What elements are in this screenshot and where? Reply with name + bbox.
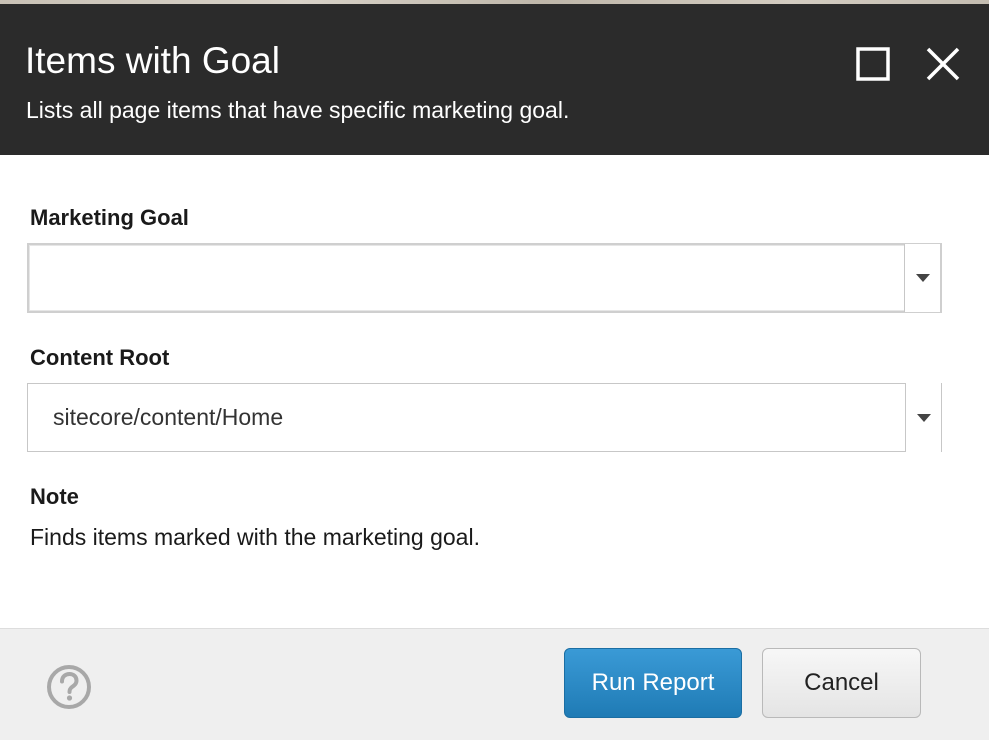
close-button[interactable]	[921, 42, 965, 86]
caret-down-icon	[915, 274, 930, 282]
run-report-button[interactable]: Run Report	[564, 648, 742, 718]
marketing-goal-dropdown-toggle[interactable]	[904, 244, 940, 312]
marketing-goal-select[interactable]	[27, 243, 942, 313]
maximize-button[interactable]	[851, 42, 895, 86]
content-root-dropdown-toggle[interactable]	[905, 383, 941, 452]
cancel-button[interactable]: Cancel	[762, 648, 921, 718]
content-root-select[interactable]: sitecore/content/Home	[27, 383, 942, 452]
help-question-icon	[47, 665, 91, 709]
note-text: Finds items marked with the marketing go…	[30, 524, 480, 550]
square-outline-icon	[856, 47, 890, 81]
help-button[interactable]	[46, 664, 92, 710]
marketing-goal-label: Marketing Goal	[30, 205, 189, 230]
dialog-subtitle: Lists all page items that have specific …	[26, 97, 570, 123]
content-root-value: sitecore/content/Home	[53, 404, 284, 430]
dialog-header: Items with Goal Lists all page items tha…	[0, 4, 989, 155]
caret-down-icon	[916, 413, 931, 422]
dialog-title: Items with Goal	[25, 40, 280, 81]
close-x-icon	[926, 47, 960, 81]
note-label: Note	[30, 484, 79, 509]
content-root-label: Content Root	[30, 345, 170, 370]
